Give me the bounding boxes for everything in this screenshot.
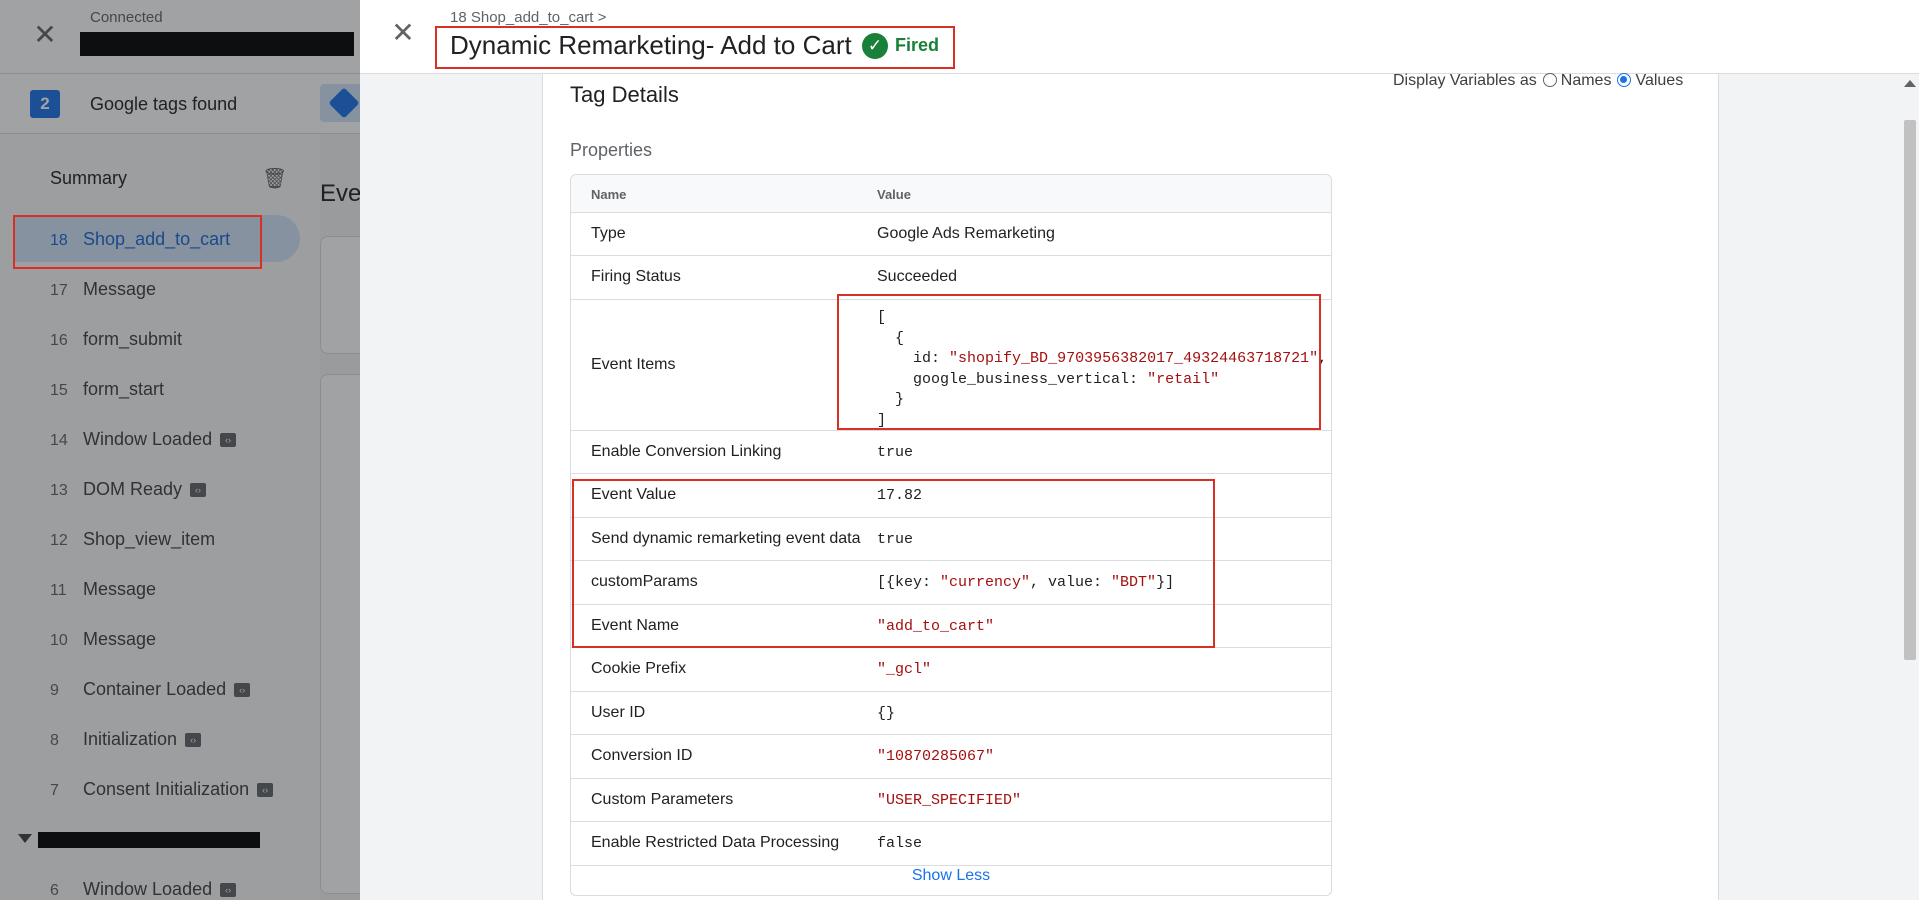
breadcrumb[interactable]: 18 Shop_add_to_cart > xyxy=(450,9,606,26)
table-row: Enable Conversion Linking true xyxy=(571,431,1331,474)
property-value: "USER_SPECIFIED" xyxy=(877,792,1022,809)
property-name: Cookie Prefix xyxy=(591,660,687,677)
table-row: Conversion ID "10870285067" xyxy=(571,735,1331,779)
column-header-value: Value xyxy=(877,187,911,202)
property-value: false xyxy=(877,835,923,852)
property-name: User ID xyxy=(591,704,646,721)
display-variables-toggle: Display Variables as Names Values xyxy=(1393,72,1683,90)
property-name: Custom Parameters xyxy=(591,791,734,808)
property-value: "_gcl" xyxy=(877,661,932,678)
status-badge: Fired xyxy=(895,35,940,55)
property-value: Google Ads Remarketing xyxy=(877,225,1055,242)
property-name: Conversion ID xyxy=(591,747,693,764)
tag-detail-panel: ✕ 18 Shop_add_to_cart > Dynamic Remarket… xyxy=(360,0,1919,900)
property-name: Firing Status xyxy=(591,268,681,285)
property-value: true xyxy=(877,444,914,461)
property-name: Event Items xyxy=(591,356,676,373)
scroll-up-arrow-icon[interactable] xyxy=(1904,80,1916,87)
show-less-link[interactable]: Show Less xyxy=(571,867,1331,885)
table-row: Cookie Prefix "_gcl" xyxy=(571,648,1331,692)
close-icon[interactable]: ✕ xyxy=(388,18,418,48)
values-radio-label[interactable]: Values xyxy=(1635,72,1683,89)
table-row: User ID {} xyxy=(571,692,1331,735)
scrollbar-thumb[interactable] xyxy=(1904,120,1916,660)
display-variables-label: Display Variables as xyxy=(1393,72,1537,89)
tag-details-heading: Tag Details xyxy=(570,82,679,107)
properties-heading: Properties xyxy=(570,140,653,160)
names-radio[interactable] xyxy=(1542,73,1557,87)
annotation-box-event-items xyxy=(837,294,1321,430)
check-circle-icon: ✓ xyxy=(862,33,888,59)
property-name: Enable Restricted Data Processing xyxy=(591,834,840,851)
property-name: Type xyxy=(591,225,626,242)
annotation-box-selected-event xyxy=(13,215,262,269)
table-row: Enable Restricted Data Processing false xyxy=(571,822,1331,866)
property-value: {} xyxy=(877,705,896,722)
table-row: Type Google Ads Remarketing xyxy=(571,213,1331,256)
property-value: "10870285067" xyxy=(877,748,995,765)
table-header-row: Name Value xyxy=(571,175,1331,213)
annotation-box-event-params xyxy=(572,479,1215,648)
values-radio[interactable] xyxy=(1617,73,1632,87)
names-radio-label[interactable]: Names xyxy=(1561,72,1612,89)
property-value: Succeeded xyxy=(877,268,958,285)
column-header-name: Name xyxy=(591,187,627,202)
property-name: Enable Conversion Linking xyxy=(591,443,782,460)
table-row: Custom Parameters "USER_SPECIFIED" xyxy=(571,779,1331,822)
page-title: Dynamic Remarketing- Add to Cart xyxy=(450,30,852,60)
